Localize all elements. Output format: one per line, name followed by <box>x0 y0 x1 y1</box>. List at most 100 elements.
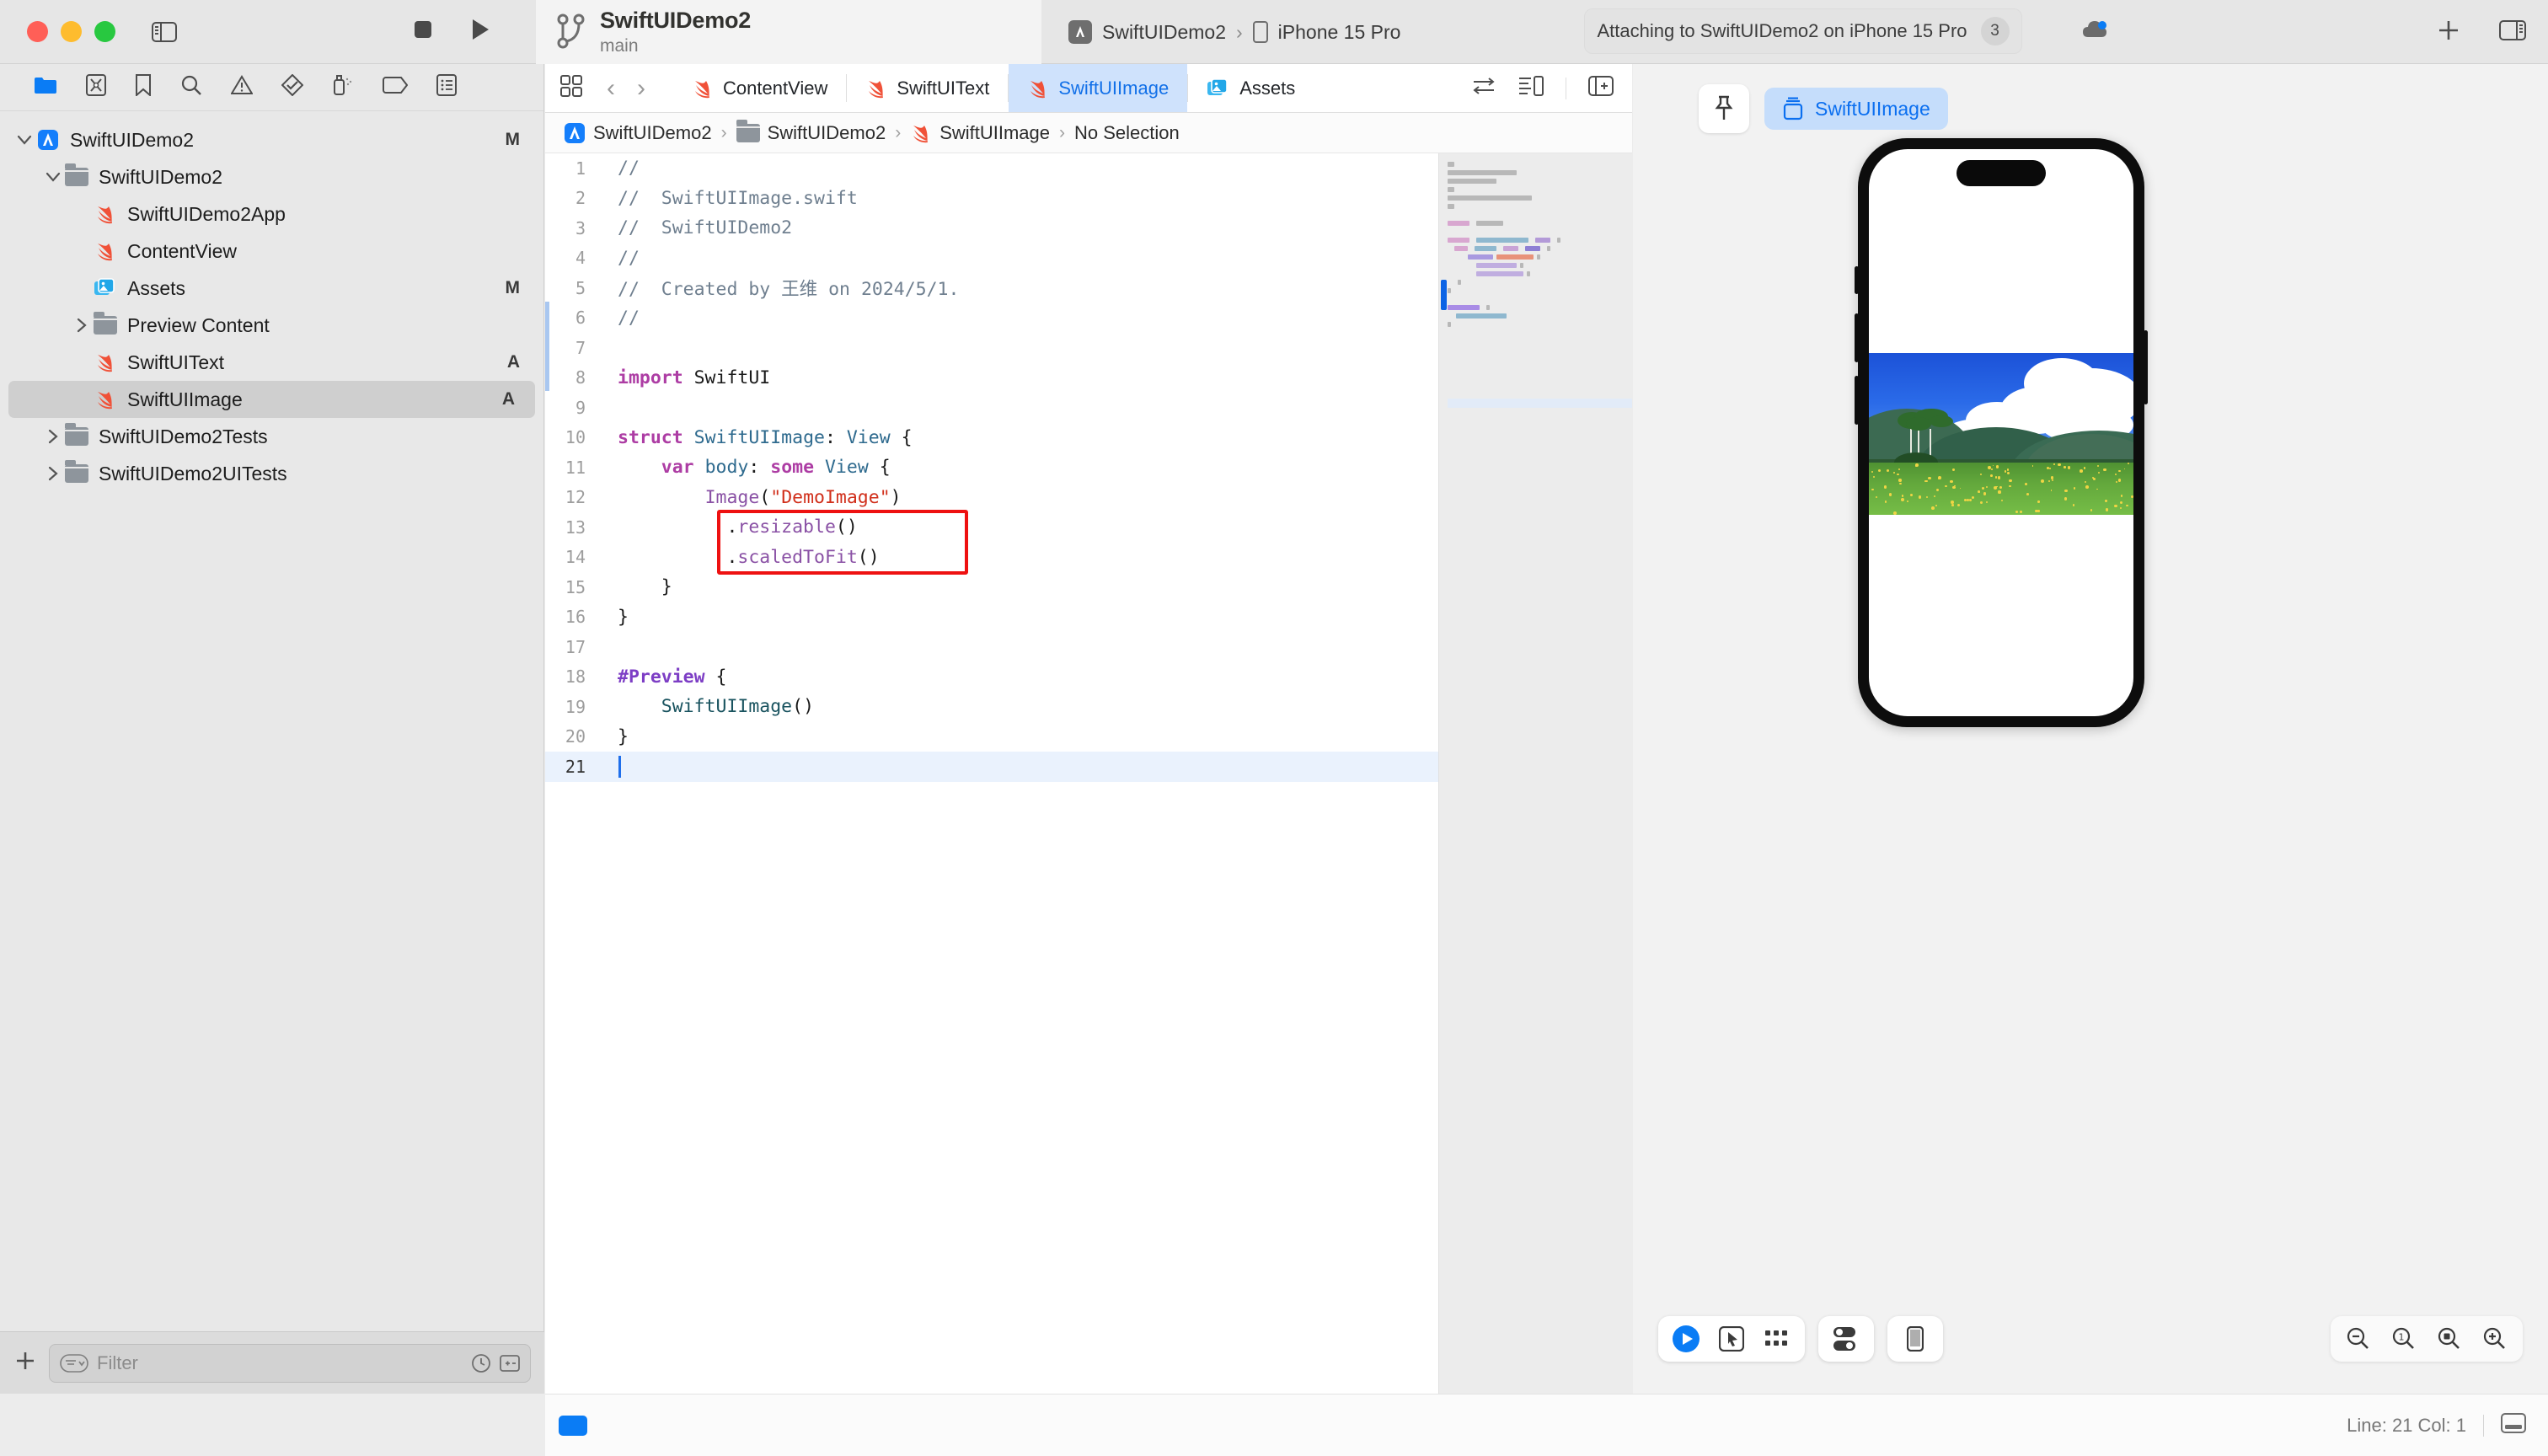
report-navigator-tab[interactable] <box>436 74 457 100</box>
disclosure-triangle[interactable] <box>42 466 64 481</box>
expand-icon[interactable] <box>500 1353 520 1373</box>
tree-item-swiftuidemo2[interactable]: SwiftUIDemo2 <box>0 158 543 195</box>
source-control-navigator-tab[interactable] <box>86 74 106 100</box>
line-content[interactable]: Image("DemoImage") <box>599 487 902 508</box>
nav-forward-button[interactable]: › <box>630 74 652 103</box>
tree-item-swiftuiimage[interactable]: SwiftUIImage A <box>8 381 535 418</box>
toggle-inspector-button[interactable] <box>2499 19 2526 45</box>
tree-item-contentview[interactable]: ContentView <box>0 233 543 270</box>
test-navigator-tab[interactable] <box>281 73 304 100</box>
line-content[interactable]: // <box>599 158 640 179</box>
breadcrumb-item[interactable]: SwiftUIDemo2 <box>736 119 886 144</box>
breadcrumb-separator: › <box>1059 122 1066 142</box>
line-content[interactable]: import SwiftUI <box>599 367 770 388</box>
device-picker-button[interactable] <box>1892 1316 1938 1362</box>
selection-tool-button[interactable] <box>1709 1316 1754 1362</box>
breadcrumb-item[interactable]: SwiftUIImage <box>910 122 1050 144</box>
breadcrumb-item[interactable]: SwiftUIDemo2 <box>564 122 712 144</box>
toggle-console-button[interactable] <box>2501 1413 2526 1437</box>
split-lines-icon[interactable] <box>1518 75 1544 101</box>
nav-back-button[interactable]: ‹ <box>600 74 622 103</box>
preview-name-badge[interactable]: SwiftUIImage <box>1764 88 1948 130</box>
line-content[interactable]: .scaledToFit() <box>599 547 879 568</box>
filter-input[interactable]: Filter <box>49 1343 531 1383</box>
find-navigator-tab[interactable] <box>180 74 202 100</box>
breadcrumb-item[interactable]: No Selection <box>1074 122 1180 144</box>
run-button[interactable] <box>470 18 490 46</box>
minimap-token <box>1486 305 1490 310</box>
tree-item-assets[interactable]: Assets M <box>0 270 543 307</box>
line-content[interactable]: // <box>599 308 640 329</box>
disclosure-triangle[interactable] <box>42 429 64 444</box>
tree-item-label: SwiftUIDemo2 <box>99 165 222 188</box>
issue-count-badge[interactable]: 3 <box>1980 17 2010 46</box>
zoom-actual-button[interactable]: 1 <box>2381 1316 2427 1362</box>
status-chip[interactable] <box>559 1415 587 1436</box>
zoom-out-button[interactable] <box>2336 1316 2381 1362</box>
zoom-in-button[interactable] <box>2472 1316 2518 1362</box>
minimize-button[interactable] <box>61 21 82 42</box>
zoom-button[interactable] <box>94 21 115 42</box>
line-content[interactable]: struct SwiftUIImage: View { <box>599 427 913 448</box>
zoom-fit-button[interactable] <box>2427 1316 2472 1362</box>
disclosure-triangle[interactable] <box>71 318 93 333</box>
tree-item-swiftuidemo2uitests[interactable]: SwiftUIDemo2UITests <box>0 455 543 492</box>
line-content[interactable] <box>599 755 621 778</box>
tree-item-swiftuitext[interactable]: SwiftUIText A <box>0 344 543 381</box>
scm-status-badge: M <box>505 130 521 149</box>
bookmark-navigator-tab[interactable] <box>135 74 152 100</box>
line-content[interactable]: // Created by 王维 on 2024/5/1. <box>599 275 959 301</box>
toggle-sidebar-button[interactable] <box>147 18 181 46</box>
tree-item-swiftuidemo2tests[interactable]: SwiftUIDemo2Tests <box>0 418 543 455</box>
add-button[interactable] <box>2437 19 2460 46</box>
tab-swiftuiimage[interactable]: SwiftUIImage <box>1009 64 1188 112</box>
line-content[interactable]: } <box>599 726 629 747</box>
pin-preview-button[interactable] <box>1699 84 1749 133</box>
line-content[interactable]: // SwiftUIDemo2 <box>599 217 792 238</box>
tab-assets[interactable]: Assets <box>1188 64 1314 112</box>
close-button[interactable] <box>27 21 48 42</box>
tree-item-label: Preview Content <box>127 313 270 336</box>
clock-icon[interactable] <box>471 1353 491 1373</box>
flower <box>1935 504 1937 506</box>
add-editor-icon[interactable] <box>1588 76 1614 100</box>
line-content[interactable]: } <box>599 607 629 628</box>
add-file-button[interactable] <box>13 1349 37 1377</box>
line-content[interactable]: } <box>599 576 672 597</box>
flower <box>1925 495 1929 498</box>
tree-item-swiftuidemo2[interactable]: SwiftUIDemo2 M <box>0 121 543 158</box>
disclosure-triangle[interactable] <box>42 171 64 183</box>
line-content[interactable]: // <box>599 248 640 269</box>
disclosure-triangle[interactable] <box>13 134 35 146</box>
tab-swiftuitext[interactable]: SwiftUIText <box>847 64 1008 112</box>
cloud-status-icon[interactable] <box>2081 19 2110 45</box>
editor-options-icon[interactable] <box>560 75 582 101</box>
tree-item-preview-content[interactable]: Preview Content <box>0 307 543 344</box>
preview-device-frame[interactable] <box>1855 138 2148 727</box>
breadcrumb-separator: › <box>895 122 902 142</box>
line-content[interactable]: .resizable() <box>599 517 857 538</box>
volume-down-button <box>1855 376 1859 425</box>
line-content[interactable]: // SwiftUIImage.swift <box>599 188 858 209</box>
line-content[interactable]: var body: some View { <box>599 457 891 478</box>
debug-navigator-tab[interactable] <box>332 74 354 100</box>
flower <box>1983 492 1987 495</box>
issue-navigator-tab[interactable] <box>230 75 254 99</box>
editor-minimap[interactable] <box>1438 153 1632 1394</box>
stop-button[interactable] <box>413 19 433 44</box>
play-preview-button[interactable] <box>1663 1316 1709 1362</box>
destination-chooser[interactable]: SwiftUIDemo2 › iPhone 15 Pro <box>1052 12 1417 52</box>
breakpoint-navigator-tab[interactable] <box>383 77 409 98</box>
scheme-project-area[interactable]: SwiftUIDemo2 main <box>536 0 1041 64</box>
line-content[interactable]: SwiftUIImage() <box>599 696 814 717</box>
tab-contentview[interactable]: ContentView <box>673 64 846 112</box>
project-navigator-tab[interactable] <box>34 75 57 99</box>
code-review-icon[interactable] <box>1471 76 1496 100</box>
tree-item-swiftuidemo2app[interactable]: SwiftUIDemo2App <box>0 195 543 233</box>
line-content[interactable]: #Preview { <box>599 666 726 688</box>
device-settings-button[interactable] <box>1823 1316 1869 1362</box>
preview-screen[interactable] <box>1869 149 2133 716</box>
activity-view[interactable]: Attaching to SwiftUIDemo2 on iPhone 15 P… <box>1584 8 2022 54</box>
variants-button[interactable] <box>1754 1316 1800 1362</box>
